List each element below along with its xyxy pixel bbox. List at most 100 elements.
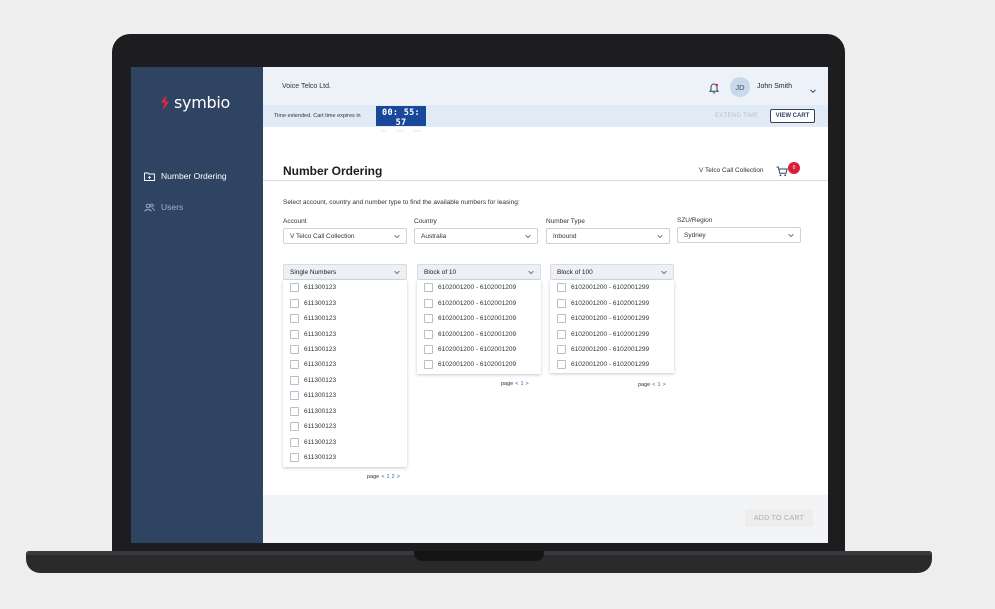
number-range: 6102001200 - 6102001209 [438,361,517,369]
checkbox[interactable] [424,329,433,339]
title-divider [263,180,828,181]
bell-icon[interactable] [708,81,720,94]
sidebar-item-number-ordering[interactable]: Number Ordering [144,171,227,181]
cart-timer-bar: Time extended. Cart time expires in 00: … [263,105,828,133]
list-item[interactable]: 611300123 [283,434,407,449]
avatar[interactable]: JD [730,77,750,97]
number-value: 611300123 [304,330,337,338]
list-item[interactable]: 6102001200 - 6102001209 [417,357,541,372]
next-page-button[interactable]: > [663,382,666,388]
timer-message: Time extended. Cart time expires in [274,113,361,119]
add-to-cart-button[interactable]: ADD TO CART [745,509,813,527]
view-cart-button[interactable]: VIEW CART [770,109,815,123]
extend-time-button[interactable]: EXTEND TIME [715,113,759,119]
pagination-label: page [501,381,514,387]
block-of-100-pagination: page < 1 > [638,382,666,388]
checkbox[interactable] [557,298,566,308]
cart-icon[interactable] [776,164,788,177]
prev-page-button[interactable]: < [381,474,384,480]
app-screen: symbio Number Ordering Users Voice Telco… [131,67,828,543]
chevron-down-icon[interactable] [809,82,817,94]
checkbox[interactable] [424,283,433,293]
list-item[interactable]: 6102001200 - 6102001299 [550,311,674,326]
list-item[interactable]: 611300123 [283,311,407,326]
checkbox[interactable] [290,314,299,324]
folder-icon [144,172,155,181]
sidebar-item-label: Users [161,202,184,212]
checkbox[interactable] [424,314,433,324]
list-item[interactable]: 611300123 [283,342,407,357]
list-item[interactable]: 6102001200 - 6102001209 [417,342,541,357]
number-value: 611300123 [304,361,337,369]
single-numbers-label: Single Numbers [290,268,337,276]
checkbox[interactable] [557,283,566,293]
checkbox[interactable] [290,422,299,432]
checkbox[interactable] [557,360,566,370]
cart-account-label: V Telco Call Collection [699,167,764,174]
list-item[interactable]: 611300123 [283,419,407,434]
pagination-label: page [638,382,651,388]
checkbox[interactable] [290,283,299,293]
list-item[interactable]: 6102001200 - 6102001299 [550,342,674,357]
list-item[interactable]: 6102001200 - 6102001209 [417,326,541,341]
checkbox[interactable] [290,437,299,447]
page-1-link[interactable]: 1 [520,381,523,387]
page-1-link[interactable]: 1 [386,474,389,480]
block-of-100-label: Block of 100 [557,268,593,276]
list-item[interactable]: 611300123 [283,373,407,388]
checkbox[interactable] [557,314,566,324]
list-item[interactable]: 611300123 [283,450,407,465]
checkbox[interactable] [557,344,566,354]
next-page-button[interactable]: > [397,474,400,480]
account-select-value: V Telco Call Collection [290,232,355,240]
number-value: 611300123 [304,423,337,431]
number-type-select[interactable]: Inbound [546,228,670,244]
list-item[interactable]: 6102001200 - 6102001299 [550,357,674,372]
number-range: 6102001200 - 6102001209 [438,284,517,292]
page-2-link[interactable]: 2 [392,474,395,480]
checkbox[interactable] [290,453,299,463]
list-item[interactable]: 6102001200 - 6102001299 [550,326,674,341]
list-item[interactable]: 611300123 [283,326,407,341]
prev-page-button[interactable]: < [515,381,518,387]
block-of-10-dropdown[interactable]: Block of 10 [417,264,541,280]
list-item[interactable]: 611300123 [283,404,407,419]
checkbox[interactable] [290,329,299,339]
sidebar-item-users[interactable]: Users [144,202,183,212]
checkbox[interactable] [290,360,299,370]
account-select[interactable]: V Telco Call Collection [283,228,407,244]
list-item[interactable]: 6102001200 - 6102001209 [417,295,541,310]
user-name[interactable]: John Smith [757,83,792,90]
checkbox[interactable] [557,329,566,339]
list-item[interactable]: 6102001200 - 6102001299 [550,295,674,310]
list-item[interactable]: 611300123 [283,295,407,310]
list-item[interactable]: 6102001200 - 6102001209 [417,280,541,295]
checkbox[interactable] [424,360,433,370]
account-label: Account [283,218,307,225]
list-item[interactable]: 611300123 [283,357,407,372]
single-numbers-dropdown[interactable]: Single Numbers [283,264,407,280]
number-value: 611300123 [304,299,337,307]
block-of-100-dropdown[interactable]: Block of 100 [550,264,674,280]
list-item[interactable]: 6102001200 - 6102001299 [550,280,674,295]
number-range: 6102001200 - 6102001299 [571,361,650,369]
checkbox[interactable] [424,344,433,354]
sidebar-item-label: Number Ordering [161,171,227,181]
checkbox[interactable] [290,298,299,308]
next-page-button[interactable]: > [526,381,529,387]
country-select[interactable]: Australia [414,228,538,244]
checkbox[interactable] [424,298,433,308]
page-1-link[interactable]: 1 [657,382,660,388]
number-value: 611300123 [304,407,337,415]
checkbox[interactable] [290,375,299,385]
checkbox[interactable] [290,344,299,354]
list-item[interactable]: 611300123 [283,388,407,403]
prev-page-button[interactable]: < [652,382,655,388]
logo: symbio [158,93,230,112]
list-item[interactable]: 611300123 [283,280,407,295]
checkbox[interactable] [290,406,299,416]
region-select-value: Sydney [684,231,706,239]
checkbox[interactable] [290,391,299,401]
region-select[interactable]: Sydney [677,227,801,243]
list-item[interactable]: 6102001200 - 6102001209 [417,311,541,326]
